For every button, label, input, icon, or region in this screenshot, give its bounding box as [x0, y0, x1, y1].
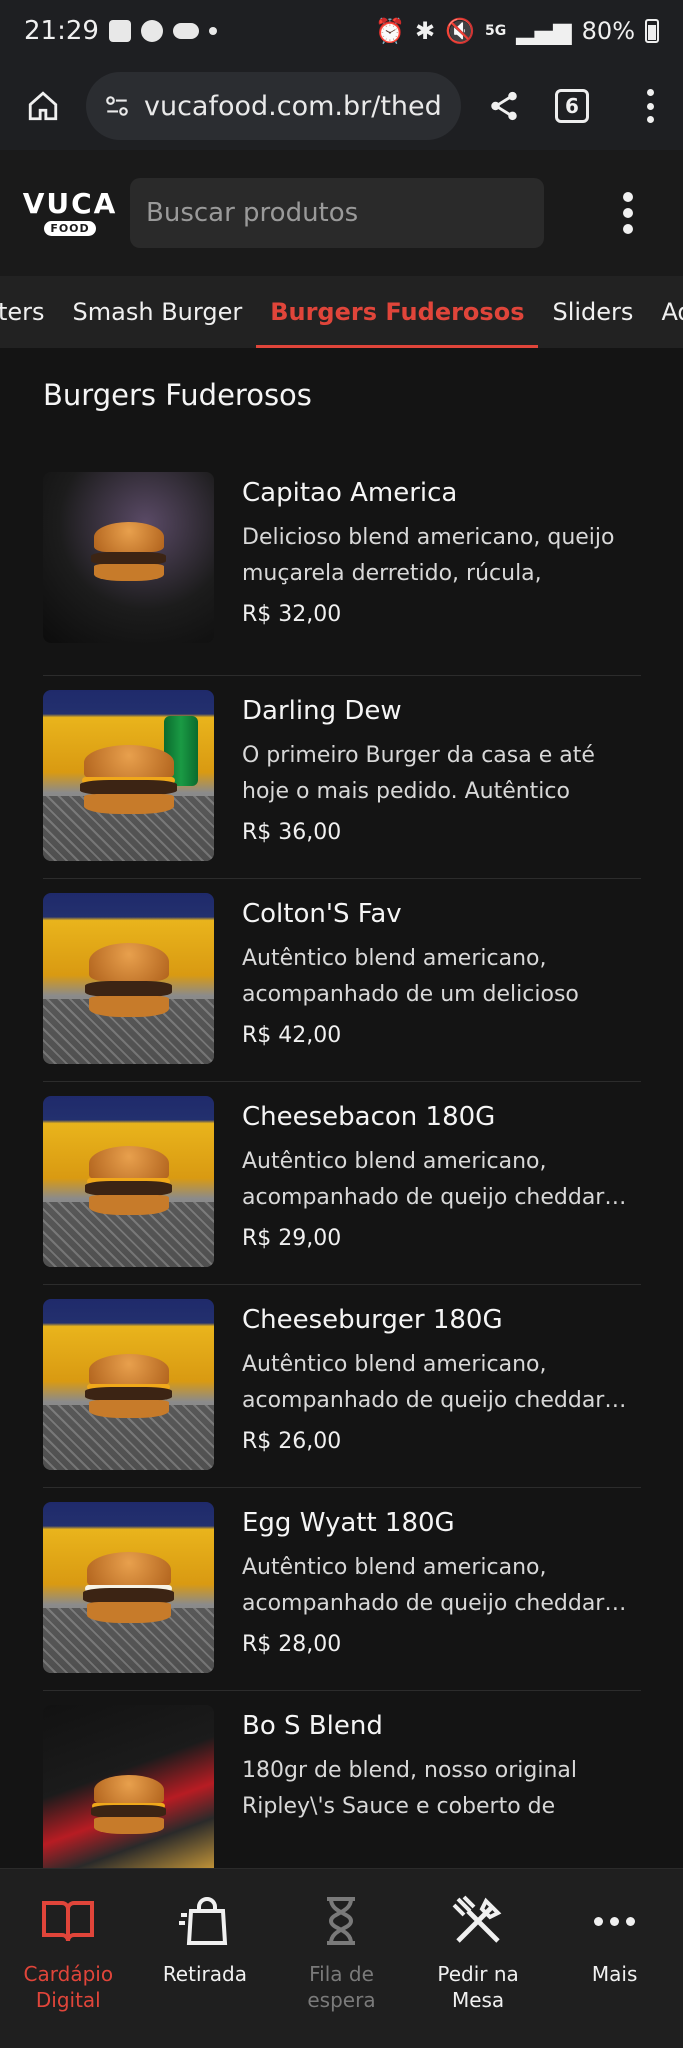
site-header: VUCA FOOD Buscar produtos: [0, 150, 683, 276]
product-price: R$ 28,00: [242, 1632, 342, 1657]
product-card[interactable]: Cheeseburger 180G Autêntico blend americ…: [43, 1285, 641, 1488]
product-card[interactable]: Cheesebacon 180G Autêntico blend america…: [43, 1082, 641, 1285]
product-image: [43, 893, 214, 1064]
battery-icon: [645, 19, 659, 43]
nav-cardapio-digital[interactable]: Cardápio Digital: [0, 1889, 137, 2048]
logo-bottom-text: FOOD: [44, 220, 96, 236]
bluetooth-icon: ✱: [415, 17, 436, 45]
product-description: Autêntico blend americano, acompanhado d…: [242, 1352, 627, 1413]
cloud-icon: [172, 23, 199, 39]
product-image: [43, 1705, 214, 1876]
menu-dot: [623, 224, 633, 234]
alarm-icon: ⏰: [375, 17, 406, 45]
nav-fila-de-espera[interactable]: Fila de espera: [273, 1889, 410, 2048]
more-vert-icon: [635, 89, 665, 123]
url-bar[interactable]: vucafood.com.br/thed: [86, 72, 461, 140]
share-icon: [491, 91, 517, 121]
tab-count: 6: [555, 89, 589, 123]
status-time: 21:29: [24, 16, 99, 46]
browser-toolbar: vucafood.com.br/thed 6: [0, 62, 683, 150]
product-image: [43, 1299, 214, 1470]
product-price: R$ 42,00: [242, 1023, 342, 1048]
tab-burgers-fuderosos[interactable]: Burgers Fuderosos: [256, 276, 539, 348]
hourglass-icon: [327, 1897, 356, 1945]
category-tabs: ters Smash Burger Burgers Fuderosos Slid…: [0, 276, 683, 348]
product-description: Autêntico blend americano, acompanhado d…: [242, 1149, 627, 1210]
product-name: Cheeseburger 180G: [242, 1305, 503, 1335]
signal-icon: ▂▄▆: [516, 17, 572, 45]
product-image: [43, 1502, 214, 1673]
product-card[interactable]: Egg Wyatt 180G Autêntico blend americano…: [43, 1488, 641, 1691]
vuca-food-logo[interactable]: VUCA FOOD: [23, 178, 115, 248]
nav-label: Mais: [591, 1962, 638, 1986]
tab-category-0[interactable]: ters: [0, 276, 59, 348]
book-icon: [42, 1901, 95, 1942]
browser-menu-button[interactable]: [615, 81, 665, 131]
home-button[interactable]: [18, 81, 68, 131]
site-settings-icon: [106, 96, 128, 116]
product-name: Capitao America: [242, 478, 458, 508]
product-name: Colton'S Fav: [242, 899, 402, 929]
nav-label: Fila de espera: [307, 1962, 376, 2012]
product-name: Egg Wyatt 180G: [242, 1508, 455, 1538]
product-image: [43, 1096, 214, 1267]
url-text: vucafood.com.br/thed: [144, 90, 442, 122]
status-bar: 21:29 ⏰ ✱ 🔇 5G ▂▄▆ 80%: [0, 0, 683, 62]
product-card[interactable]: Capitao America Delicioso blend american…: [43, 458, 641, 676]
battery-percent: 80%: [581, 17, 635, 45]
product-description: Autêntico blend americano, acompanhado d…: [242, 1555, 627, 1616]
tab-adicionais[interactable]: Adicionais: [647, 276, 683, 348]
section-title: Burgers Fuderosos: [43, 378, 312, 412]
gallery-icon: [108, 20, 131, 42]
nav-retirada[interactable]: Retirada: [137, 1889, 274, 2048]
product-description: Delicioso blend americano, queijo muçare…: [242, 525, 615, 586]
home-icon: [28, 91, 58, 121]
site-menu-button[interactable]: [613, 188, 643, 238]
tab-sliders[interactable]: Sliders: [538, 276, 647, 348]
product-card[interactable]: Colton'S Fav Autêntico blend americano, …: [43, 879, 641, 1082]
product-list: Capitao America Delicioso blend american…: [43, 458, 641, 1894]
network-type: 5G: [485, 23, 507, 39]
product-price: R$ 32,00: [242, 602, 342, 627]
product-card[interactable]: Bo S Blend 180gr de blend, nosso origina…: [43, 1691, 641, 1894]
product-price: R$ 36,00: [242, 820, 342, 845]
nav-label: Retirada: [162, 1962, 247, 1986]
shopping-bag-icon: [178, 1897, 228, 1945]
product-description: Autêntico blend americano, acompanhado d…: [242, 946, 579, 1007]
nav-label: Cardápio Digital: [23, 1962, 114, 2012]
product-image: [43, 690, 214, 861]
bottom-navigation: Cardápio Digital Retirada Fila de espera…: [0, 1868, 683, 2048]
product-card[interactable]: Darling Dew O primeiro Burger da casa e …: [43, 676, 641, 879]
more-icon: [594, 1916, 636, 1926]
product-image: [43, 472, 214, 643]
menu-dot: [623, 192, 633, 202]
product-description: 180gr de blend, nosso original Ripley\'s…: [242, 1758, 578, 1819]
nav-label: Pedir na Mesa: [437, 1962, 519, 2012]
product-name: Bo S Blend: [242, 1711, 383, 1741]
product-description: O primeiro Burger da casa e até hoje o m…: [242, 743, 595, 804]
product-price: R$ 26,00: [242, 1429, 342, 1454]
product-name: Cheesebacon 180G: [242, 1102, 496, 1132]
product-name: Darling Dew: [242, 696, 402, 726]
menu-dot: [623, 208, 633, 218]
nav-pedir-na-mesa[interactable]: Pedir na Mesa: [410, 1889, 547, 2048]
tab-switcher-button[interactable]: 6: [547, 81, 597, 131]
product-list-section: Burgers Fuderosos Capitao America Delici…: [0, 348, 683, 1876]
whatsapp-icon: [140, 20, 163, 42]
tab-smash-burger[interactable]: Smash Burger: [59, 276, 257, 348]
product-price: R$ 29,00: [242, 1226, 342, 1251]
mute-icon: 🔇: [445, 17, 476, 45]
category-track: ters Smash Burger Burgers Fuderosos Slid…: [0, 276, 683, 348]
search-input[interactable]: Buscar produtos: [130, 178, 544, 248]
share-button[interactable]: [479, 81, 529, 131]
utensils-icon: [452, 1895, 502, 1943]
logo-top-text: VUCA: [22, 186, 118, 220]
notification-dot-icon: [208, 27, 217, 35]
nav-mais[interactable]: Mais: [546, 1889, 683, 2048]
